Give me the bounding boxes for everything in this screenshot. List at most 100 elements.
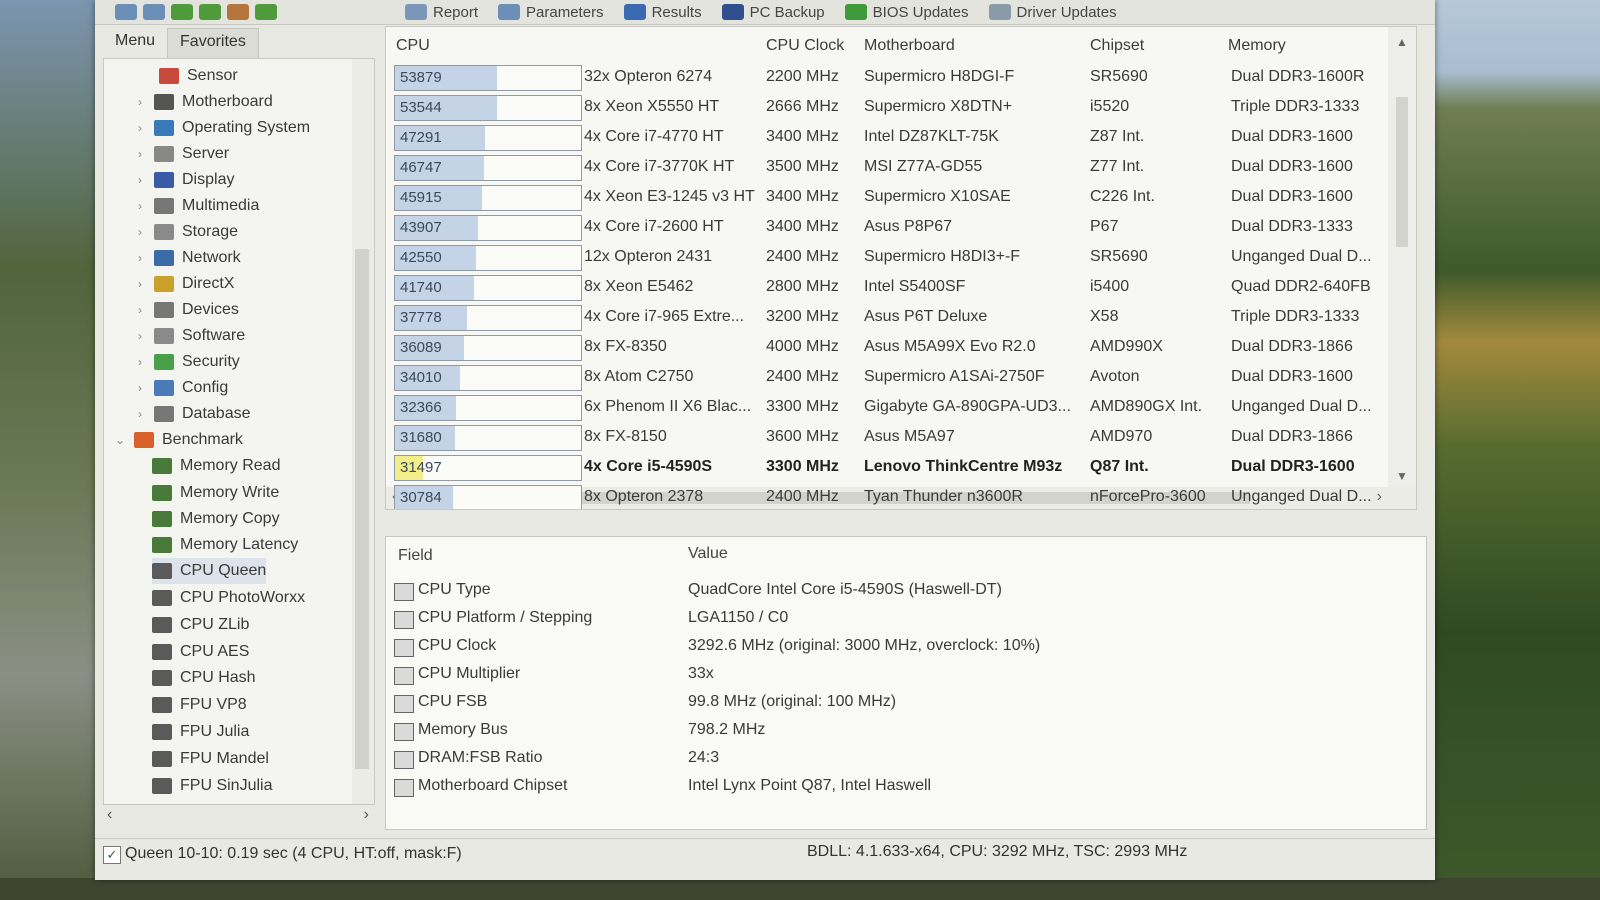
scroll-up-icon[interactable]: ▲	[1396, 35, 1408, 49]
tree-item-cpu-hash[interactable]: CPU Hash	[152, 665, 256, 691]
user-icon[interactable]	[227, 4, 249, 20]
table-row[interactable]: 37778 4x Core i7-965 Extre... 3200 MHz Asus…	[386, 303, 1386, 333]
cell-cpu-name: 8x Opteron 2378	[584, 488, 704, 505]
tree-item-cpu-zlib[interactable]: CPU ZLib	[152, 612, 249, 638]
chevron-right-icon[interactable]: ›	[134, 329, 146, 343]
column-header-cpu-clock[interactable]: CPU Clock	[766, 37, 844, 55]
chevron-right-icon[interactable]: ›	[134, 303, 146, 317]
column-header-chipset[interactable]: Chipset	[1090, 37, 1144, 55]
cell-memory: Unganged Dual D...	[1231, 488, 1372, 505]
forward-arrow-icon[interactable]	[143, 4, 165, 20]
tree-item-display[interactable]: › Display	[134, 167, 234, 193]
scroll-right-icon[interactable]: ›	[364, 806, 369, 824]
tree-item-directx[interactable]: › DirectX	[134, 271, 234, 297]
toolbar-item-parameters[interactable]: Parameters	[498, 4, 604, 21]
details-header-value[interactable]: Value	[688, 545, 728, 563]
table-row[interactable]: 31497 4x Core i5-4590S 3300 MHz Lenovo Thin…	[386, 453, 1386, 483]
table-row[interactable]: 53879 32x Opteron 6274 2200 MHz Supermicro …	[386, 63, 1386, 93]
column-header-memory[interactable]: Memory	[1228, 37, 1286, 55]
tree-item-fpu-julia[interactable]: FPU Julia	[152, 719, 249, 745]
table-row[interactable]: 41740 8x Xeon E5462 2800 MHz Intel S5400SF i…	[386, 273, 1386, 303]
tree-item-database[interactable]: › Database	[134, 401, 251, 427]
table-row[interactable]: 45915 4x Xeon E3-1245 v3 HT 3400 MHz Superm…	[386, 183, 1386, 213]
tree-item-cpu-queen[interactable]: CPU Queen	[152, 558, 267, 584]
chevron-right-icon[interactable]: ›	[134, 277, 146, 291]
tree-item-cpu-aes[interactable]: CPU AES	[152, 639, 249, 665]
table-vertical-scrollbar[interactable]: ▲ ▼	[1388, 27, 1416, 509]
tree-item-storage[interactable]: › Storage	[134, 219, 238, 245]
tree-item-motherboard[interactable]: › Motherboard	[134, 89, 273, 115]
details-header-field[interactable]: Field	[398, 547, 433, 565]
table-row[interactable]: 32366 6x Phenom II X6 Blac... 3300 MHz Giga…	[386, 393, 1386, 423]
detail-row[interactable]: CPU Multiplier 33x	[386, 661, 1426, 689]
chevron-right-icon[interactable]: ›	[134, 225, 146, 239]
table-row[interactable]: 30784 8x Opteron 2378 2400 MHz Tyan Thunder…	[386, 483, 1386, 509]
up-icon[interactable]	[171, 4, 193, 20]
cell-motherboard: Intel S5400SF	[864, 278, 966, 295]
table-row[interactable]: 36089 8x FX-8350 4000 MHz Asus M5A99X Evo R…	[386, 333, 1386, 363]
detail-row[interactable]: Memory Bus 798.2 MHz	[386, 717, 1426, 745]
chevron-right-icon[interactable]: ›	[134, 121, 146, 135]
table-row[interactable]: 47291 4x Core i7-4770 HT 3400 MHz Intel DZ8…	[386, 123, 1386, 153]
table-row[interactable]: 42550 12x Opteron 2431 2400 MHz Supermicro …	[386, 243, 1386, 273]
tree-item-fpu-vp8[interactable]: FPU VP8	[152, 692, 247, 718]
table-row[interactable]: 46747 4x Core i7-3770K HT 3500 MHz MSI Z77A…	[386, 153, 1386, 183]
tree-item-memory-latency[interactable]: Memory Latency	[152, 532, 298, 558]
detail-row[interactable]: CPU FSB 99.8 MHz (original: 100 MHz)	[386, 689, 1426, 717]
table-row[interactable]: 53544 8x Xeon X5550 HT 2666 MHz Supermicro …	[386, 93, 1386, 123]
chevron-right-icon[interactable]: ›	[134, 381, 146, 395]
tree-item-network[interactable]: › Network	[134, 245, 241, 271]
tree-item-server[interactable]: › Server	[134, 141, 229, 167]
table-row[interactable]: 34010 8x Atom C2750 2400 MHz Supermicro A1S…	[386, 363, 1386, 393]
tree-item-benchmark[interactable]: ⌄ Benchmark	[114, 427, 243, 453]
chevron-right-icon[interactable]: ›	[134, 251, 146, 265]
column-header-cpu[interactable]: CPU	[396, 37, 430, 55]
detail-row[interactable]: DRAM:FSB Ratio 24:3	[386, 745, 1426, 773]
table-header: CPU CPU Clock Motherboard Chipset Memory	[386, 27, 1416, 63]
chevron-right-icon[interactable]: ›	[134, 355, 146, 369]
toolbar-item-pc-backup[interactable]: PC Backup	[721, 4, 825, 21]
toolbar-item-report[interactable]: Report	[405, 4, 478, 21]
chevron-right-icon[interactable]: ›	[134, 95, 146, 109]
tree-horizontal-scrollbar[interactable]: ‹ ›	[103, 804, 373, 826]
tree-item-fpu-sinjulia[interactable]: FPU SinJulia	[152, 773, 272, 799]
chevron-down-icon[interactable]: ⌄	[114, 433, 126, 447]
back-arrow-icon[interactable]	[115, 4, 137, 20]
tree-item-devices[interactable]: › Devices	[134, 297, 239, 323]
chevron-right-icon[interactable]: ›	[134, 407, 146, 421]
detail-row[interactable]: CPU Type QuadCore Intel Core i5-4590S (Ha…	[386, 577, 1426, 605]
tree-vertical-scrollbar[interactable]	[352, 59, 374, 804]
scroll-left-icon[interactable]: ‹	[107, 806, 112, 824]
detail-row[interactable]: Motherboard Chipset Intel Lynx Point Q87,…	[386, 773, 1426, 801]
tree-item-cpu-photoworxx[interactable]: CPU PhotoWorxx	[152, 585, 305, 611]
tab-menu[interactable]: Menu	[103, 28, 167, 58]
tree-item-multimedia[interactable]: › Multimedia	[134, 193, 259, 219]
tree-item-memory-read[interactable]: Memory Read	[152, 453, 280, 479]
scroll-down-icon[interactable]: ▼	[1396, 469, 1408, 483]
chart-icon[interactable]	[255, 4, 277, 20]
tree-item-sensor[interactable]: Sensor	[159, 63, 238, 89]
tree-scroll-thumb[interactable]	[355, 249, 369, 769]
tree-item-operating-system[interactable]: › Operating System	[134, 115, 310, 141]
tree-item-software[interactable]: › Software	[134, 323, 245, 349]
tab-favorites[interactable]: Favorites	[167, 28, 259, 58]
tree-item-config[interactable]: › Config	[134, 375, 228, 401]
tree-item-memory-write[interactable]: Memory Write	[152, 480, 279, 506]
toolbar-item-results[interactable]: Results	[623, 4, 702, 21]
tree-item-memory-copy[interactable]: Memory Copy	[152, 506, 280, 532]
tree-item-security[interactable]: › Security	[134, 349, 240, 375]
detail-row[interactable]: CPU Platform / Stepping LGA1150 / C0	[386, 605, 1426, 633]
score-bar: 45915	[394, 185, 582, 211]
refresh-icon[interactable]	[199, 4, 221, 20]
toolbar-item-driver-updates[interactable]: Driver Updates	[988, 4, 1117, 21]
toolbar-item-bios-updates[interactable]: BIOS Updates	[844, 4, 969, 21]
table-row[interactable]: 43907 4x Core i7-2600 HT 3400 MHz Asus P8P6…	[386, 213, 1386, 243]
column-header-motherboard[interactable]: Motherboard	[864, 37, 955, 55]
table-row[interactable]: 31680 8x FX-8150 3600 MHz Asus M5A97 AMD970 D…	[386, 423, 1386, 453]
tree-item-fpu-mandel[interactable]: FPU Mandel	[152, 746, 269, 772]
table-scroll-thumb[interactable]	[1396, 97, 1408, 247]
chevron-right-icon[interactable]: ›	[134, 147, 146, 161]
detail-row[interactable]: CPU Clock 3292.6 MHz (original: 3000 MHz,…	[386, 633, 1426, 661]
chevron-right-icon[interactable]: ›	[134, 173, 146, 187]
chevron-right-icon[interactable]: ›	[134, 199, 146, 213]
